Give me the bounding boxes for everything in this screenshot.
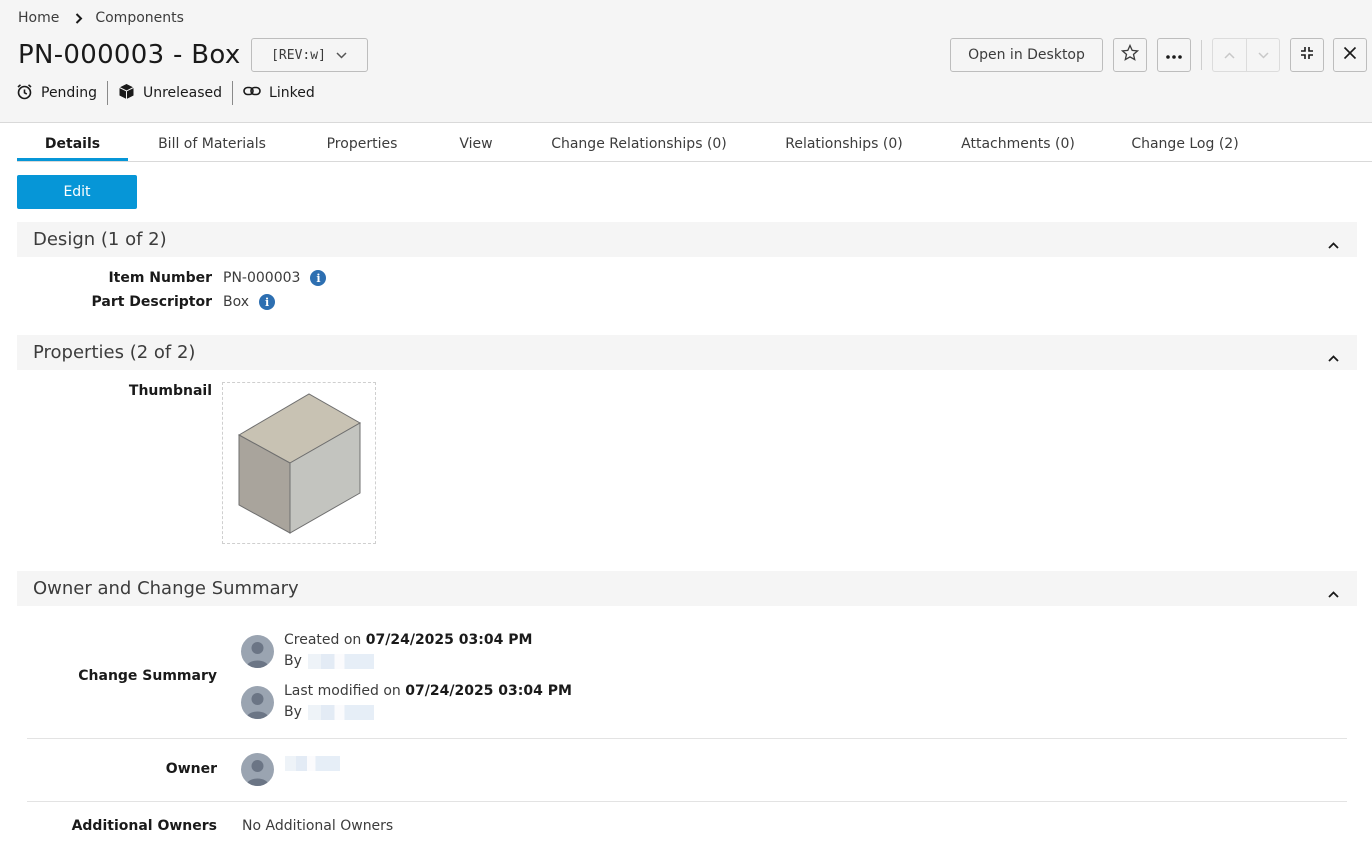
item-number-label: Item Number [60,270,212,286]
edit-button[interactable]: Edit [17,175,137,209]
chevron-up-icon [1224,47,1235,63]
info-icon[interactable]: i [259,294,275,310]
tab-relationships[interactable]: Relationships (0) [774,124,914,161]
created-by-line: By [284,653,374,669]
page-title: PN-000003 - Box [18,40,241,70]
change-summary-label: Change Summary [60,668,217,684]
info-icon[interactable]: i [310,270,326,286]
chevron-up-icon[interactable] [1328,233,1339,254]
modified-date: 07/24/2025 03:04 PM [405,683,572,699]
tab-properties[interactable]: Properties [312,124,412,161]
thumbnail-label: Thumbnail [60,383,212,399]
alarm-clock-icon [16,83,33,104]
previous-item-button[interactable] [1212,38,1246,72]
thumbnail-image[interactable] [222,382,376,544]
item-number-value: PN-000003 [223,270,300,286]
section-properties-header[interactable]: Properties (2 of 2) [17,335,1357,370]
chevron-down-icon [336,48,347,63]
link-status[interactable]: Linked [232,81,325,105]
tab-change-relationships[interactable]: Change Relationships (0) [542,124,736,161]
section-title: Properties (2 of 2) [33,342,195,363]
close-button[interactable] [1333,38,1367,72]
revision-select[interactable]: [REV:w] [251,38,368,72]
additional-owners-label: Additional Owners [60,818,217,834]
additional-owners-value: No Additional Owners [242,818,393,834]
created-date: 07/24/2025 03:04 PM [366,632,533,648]
release-status-label: Unreleased [143,85,222,101]
section-title: Design (1 of 2) [33,229,167,250]
tab-bar: Details Bill of Materials Properties Vie… [17,124,1372,162]
workflow-status-label: Pending [41,85,97,101]
chevron-up-icon[interactable] [1328,346,1339,367]
breadcrumb-current[interactable]: Components [95,10,184,26]
avatar [241,686,274,719]
modified-prefix: Last modified on [284,683,401,699]
favorite-button[interactable] [1113,38,1147,72]
tab-view[interactable]: View [442,124,510,161]
collapse-button[interactable] [1290,38,1324,72]
chevron-down-icon [1258,47,1269,63]
status-row: Pending Unreleased Linked [16,81,325,105]
item-number-field: PN-000003 i [223,270,326,286]
chevron-up-icon[interactable] [1328,582,1339,603]
box-model-icon [223,383,375,543]
section-title: Owner and Change Summary [33,578,299,599]
close-icon [1343,46,1357,64]
toolbar-divider [1201,40,1202,70]
redacted-user[interactable] [308,654,374,669]
workflow-status[interactable]: Pending [16,81,107,105]
by-label: By [284,653,302,669]
modified-line: Last modified on 07/24/2025 03:04 PM [284,683,572,699]
avatar [241,753,274,786]
created-line: Created on 07/24/2025 03:04 PM [284,632,532,648]
part-descriptor-field: Box i [223,294,275,310]
avatar [241,635,274,668]
modified-by-line: By [284,704,374,720]
breadcrumb: Home Components [18,10,184,26]
tab-change-log[interactable]: Change Log (2) [1123,124,1247,161]
tab-details[interactable]: Details [17,124,128,161]
tab-attachments[interactable]: Attachments (0) [951,124,1085,161]
release-status[interactable]: Unreleased [107,81,232,105]
part-descriptor-value: Box [223,294,249,310]
row-divider [27,738,1347,739]
collapse-icon [1300,46,1314,64]
next-item-button[interactable] [1246,38,1280,72]
open-in-desktop-button[interactable]: Open in Desktop [950,38,1103,72]
breadcrumb-home[interactable]: Home [18,10,59,26]
tab-bill-of-materials[interactable]: Bill of Materials [145,124,279,161]
owner-label: Owner [60,761,217,777]
redacted-user[interactable] [308,705,374,720]
section-design-header[interactable]: Design (1 of 2) [17,222,1357,257]
item-header: Home Components PN-000003 - Box [REV:w] … [0,0,1372,123]
by-label: By [284,704,302,720]
revision-value: [REV:w] [271,48,326,63]
chevron-right-icon [75,13,83,24]
star-icon [1121,44,1139,66]
part-descriptor-label: Part Descriptor [60,294,212,310]
more-actions-button[interactable] [1157,38,1191,72]
link-icon [243,85,261,101]
cube-icon [118,83,135,104]
more-icon [1166,47,1182,63]
redacted-owner[interactable] [285,756,340,771]
row-divider [27,801,1347,802]
section-owner-header[interactable]: Owner and Change Summary [17,571,1357,606]
link-status-label: Linked [269,85,315,101]
created-prefix: Created on [284,632,361,648]
